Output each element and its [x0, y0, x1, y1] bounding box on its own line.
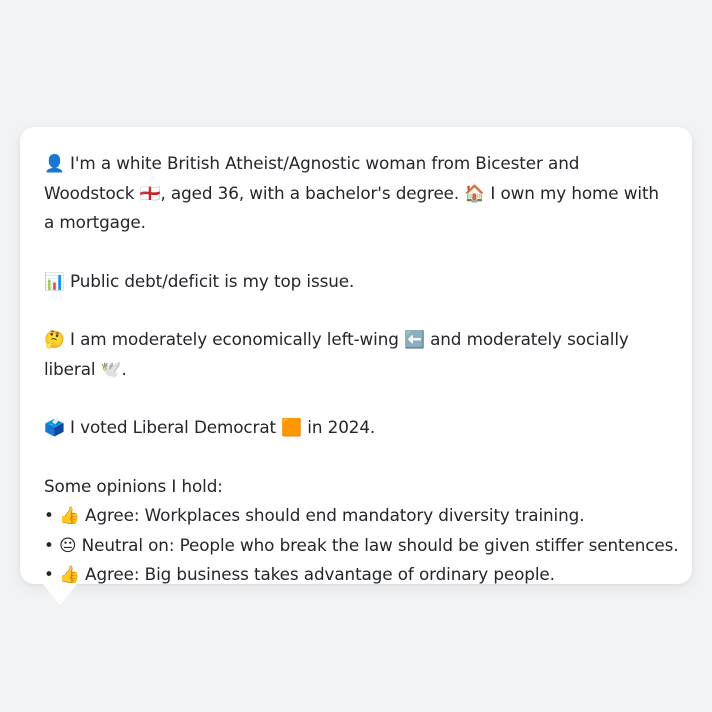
- opinion-item: • 😐 Neutral on: People who break the law…: [44, 534, 679, 555]
- opinion-item: • 👍 Agree: Big business takes advantage …: [44, 564, 555, 584]
- persona-message-bubble: 👤 I'm a white British Atheist/Agnostic w…: [20, 127, 692, 584]
- persona-text: 👤 I'm a white British Atheist/Agnostic w…: [44, 149, 679, 590]
- persona-top-issue: 📊 Public debt/deficit is my top issue.: [44, 270, 355, 291]
- bubble-tail: [42, 583, 78, 605]
- persona-vote: 🗳️ I voted Liberal Democrat 🟧 in 2024.: [44, 417, 376, 437]
- opinions-heading: Some opinions I hold:: [44, 475, 223, 496]
- persona-ideology: 🤔 I am moderately economically left-wing…: [44, 329, 629, 379]
- persona-intro: 👤 I'm a white British Atheist/Agnostic w…: [44, 153, 659, 232]
- opinion-item: • 👍 Agree: Workplaces should end mandato…: [44, 505, 585, 525]
